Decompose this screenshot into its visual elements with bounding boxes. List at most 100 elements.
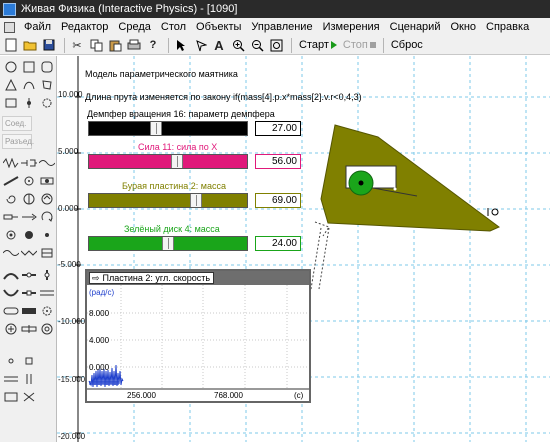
polygon-shape-icon[interactable] bbox=[39, 78, 55, 92]
meter-value-plate-mass[interactable]: 69.00 bbox=[255, 193, 301, 208]
rod-tool-icon[interactable] bbox=[3, 174, 19, 188]
pulley-tool-icon[interactable] bbox=[21, 174, 37, 188]
rotational-damper-icon[interactable] bbox=[21, 192, 37, 206]
new-file-icon[interactable] bbox=[3, 37, 19, 53]
y-tick-label: 0.000 bbox=[58, 204, 79, 213]
polygon-tool-icon[interactable] bbox=[3, 78, 19, 92]
gear-tool-icon[interactable] bbox=[39, 96, 55, 110]
rounded-rect-tool-icon[interactable] bbox=[39, 60, 55, 74]
circle-tool-icon[interactable] bbox=[3, 60, 19, 74]
menu-script[interactable]: Сценарий bbox=[385, 21, 446, 33]
paste-icon[interactable] bbox=[107, 37, 123, 53]
expand-arrow-icon[interactable]: ⇨ bbox=[92, 273, 100, 283]
meter-value-damper[interactable]: 27.00 bbox=[255, 121, 301, 136]
square-tool-icon[interactable] bbox=[21, 60, 37, 74]
menu-file[interactable]: Файл bbox=[19, 21, 56, 33]
zoom-fit-icon[interactable] bbox=[268, 37, 284, 53]
start-button[interactable]: Старт bbox=[296, 39, 340, 51]
slot-vertical-icon[interactable] bbox=[39, 268, 55, 282]
meter-label-damper: Демпфер вращения 16: параметр демпфера bbox=[87, 109, 275, 119]
connect-field[interactable]: Соед. bbox=[2, 116, 32, 131]
meter-slider-damper[interactable] bbox=[88, 121, 248, 136]
torque-tool-icon[interactable] bbox=[39, 210, 55, 224]
damper-tool-icon[interactable] bbox=[21, 156, 37, 170]
motor-slot-icon[interactable] bbox=[3, 322, 19, 336]
menu-environment[interactable]: Среда bbox=[113, 21, 155, 33]
rectangle-tool-icon[interactable] bbox=[3, 96, 19, 110]
anchor-tool-icon[interactable] bbox=[21, 96, 37, 110]
y-tick-label: 5.000 bbox=[58, 147, 79, 156]
split-wave-icon[interactable] bbox=[3, 246, 19, 260]
document-icon[interactable] bbox=[4, 21, 15, 33]
gear-joint-icon[interactable] bbox=[39, 304, 55, 318]
y-tick-label: 10.000 bbox=[58, 90, 83, 99]
meter-slider-force[interactable] bbox=[88, 154, 248, 169]
y-tick-label: -10.000 bbox=[58, 317, 86, 326]
cross-icon[interactable] bbox=[21, 390, 37, 404]
double-line-icon[interactable] bbox=[3, 372, 19, 386]
double-spring-icon[interactable] bbox=[21, 246, 37, 260]
simulation-workspace[interactable]: 10.000 5.000 0.000 -5.000 -10.000 -15.00… bbox=[57, 56, 550, 442]
rigid-joint-icon[interactable] bbox=[21, 228, 37, 242]
meter-value-disk-mass[interactable]: 24.00 bbox=[255, 236, 301, 251]
pin-joint-icon[interactable] bbox=[3, 228, 19, 242]
point-tool-icon[interactable] bbox=[3, 354, 19, 368]
rotate-icon[interactable] bbox=[192, 37, 208, 53]
slot-joint-icon[interactable] bbox=[39, 174, 55, 188]
rectangle-outline-icon[interactable] bbox=[3, 390, 19, 404]
text-icon[interactable]: A bbox=[211, 37, 227, 53]
zoom-out-icon[interactable] bbox=[249, 37, 265, 53]
target-icon[interactable] bbox=[39, 322, 55, 336]
menu-objects[interactable]: Объекты bbox=[191, 21, 246, 33]
meter-thumb[interactable] bbox=[190, 194, 202, 207]
menu-help[interactable]: Справка bbox=[481, 21, 534, 33]
save-icon[interactable] bbox=[41, 37, 57, 53]
stop-button[interactable]: Стоп bbox=[340, 39, 379, 51]
copy-icon[interactable] bbox=[88, 37, 104, 53]
menu-measurements[interactable]: Измерения bbox=[318, 21, 385, 33]
print-icon[interactable] bbox=[126, 37, 142, 53]
point-element-icon[interactable] bbox=[39, 228, 55, 242]
separator-icon[interactable] bbox=[39, 286, 55, 300]
keyed-slot-icon[interactable] bbox=[21, 286, 37, 300]
meter-value-force[interactable]: 56.00 bbox=[255, 154, 301, 169]
help-icon[interactable]: ? bbox=[145, 37, 161, 53]
pivot-joint[interactable] bbox=[491, 208, 499, 216]
menu-table[interactable]: Стол bbox=[156, 21, 191, 33]
graph-y-tick: 4.000 bbox=[89, 336, 110, 345]
actuator-tool-icon[interactable] bbox=[3, 210, 19, 224]
meter-thumb[interactable] bbox=[150, 122, 162, 135]
arrow-pointer-icon[interactable] bbox=[173, 37, 189, 53]
meter-slider-disk-mass[interactable] bbox=[88, 236, 248, 251]
reset-button[interactable]: Сброс bbox=[388, 39, 426, 51]
tool-palette: Соед. Разъед. bbox=[0, 56, 57, 442]
meter-thumb[interactable] bbox=[171, 155, 183, 168]
actuator-slot-icon[interactable] bbox=[21, 322, 37, 336]
spring-tool-icon[interactable] bbox=[3, 156, 19, 170]
rigid-slot-icon[interactable] bbox=[21, 304, 37, 318]
rotational-spring-icon[interactable] bbox=[3, 192, 19, 206]
force-arrow[interactable] bbox=[310, 221, 330, 290]
motor-tool-icon[interactable] bbox=[39, 192, 55, 206]
cut-icon[interactable]: ✂ bbox=[69, 37, 85, 53]
menu-editor[interactable]: Редактор bbox=[56, 21, 113, 33]
meter-thumb[interactable] bbox=[162, 237, 174, 250]
split-field[interactable]: Разъед. bbox=[2, 134, 34, 149]
graph-window[interactable]: ⇨ Пластина 2: угл. скорость (рад/с) 8.00… bbox=[85, 269, 311, 403]
curved-slot-joint-icon[interactable] bbox=[3, 286, 19, 300]
slot-horizontal-icon[interactable] bbox=[21, 268, 37, 282]
zoom-in-icon[interactable] bbox=[230, 37, 246, 53]
open-folder-icon[interactable] bbox=[22, 37, 38, 53]
force-tool-icon[interactable] bbox=[21, 210, 37, 224]
keyed-joint-icon[interactable] bbox=[39, 246, 55, 260]
rope-tool-icon[interactable] bbox=[39, 156, 55, 170]
menu-control[interactable]: Управление bbox=[246, 21, 317, 33]
meter-slider-plate-mass[interactable] bbox=[88, 193, 248, 208]
graph-title-box[interactable]: ⇨ Пластина 2: угл. скорость bbox=[89, 272, 215, 284]
pin-slot-icon[interactable] bbox=[3, 304, 19, 318]
menu-window[interactable]: Окно bbox=[445, 21, 481, 33]
curve-tool-icon[interactable] bbox=[21, 78, 37, 92]
vertical-bars-icon[interactable] bbox=[21, 372, 37, 386]
square-point-icon[interactable] bbox=[21, 354, 37, 368]
slot-curved-icon[interactable] bbox=[3, 268, 19, 282]
